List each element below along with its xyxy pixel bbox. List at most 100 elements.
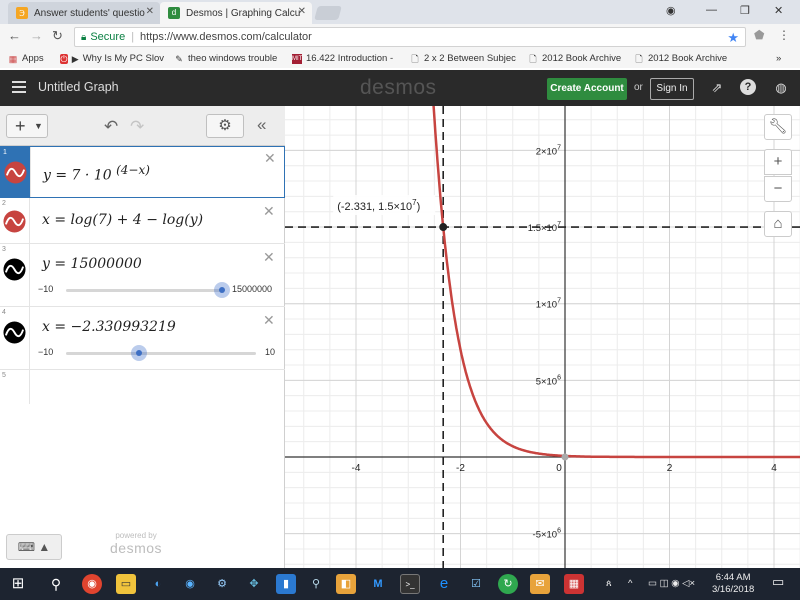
expression-math[interactable]: y = 15000000 [42, 256, 142, 272]
bookmark-item[interactable]: MIT 16.422 Introduction - [292, 53, 396, 64]
forward-icon[interactable]: → [30, 28, 43, 43]
expression-row[interactable]: 2 x = log(7) + 4 − log(y) ✕ [0, 198, 285, 244]
bookmarks-bar: ▦ Apps ⏻ ▶ Why Is My PC Slov ✎ theo windows … [0, 50, 800, 68]
zoom-in-button[interactable]: + [764, 149, 792, 175]
default-viewport-button[interactable]: ⌂ [764, 211, 792, 237]
bookmark-item[interactable]: ✎ theo windows trouble [174, 53, 282, 64]
tab-label: Desmos | Graphing Calcu [186, 7, 301, 19]
tray-icons[interactable]: ▭ ◫ ◉ ◁× [648, 578, 695, 590]
slider-track[interactable] [66, 289, 222, 292]
app-taskbar-icon[interactable]: ◐ [148, 574, 168, 594]
close-tab-icon[interactable]: ✕ [298, 6, 306, 17]
sign-in-button[interactable]: Sign In [650, 78, 694, 100]
reload-icon[interactable]: ↻ [52, 28, 63, 44]
y-tick-label: 5×106 [536, 374, 561, 387]
restore-icon[interactable]: ❐ [740, 4, 750, 17]
bookmark-apps[interactable]: ▦ Apps [8, 53, 44, 64]
back-icon[interactable]: ← [8, 28, 21, 43]
expression-math[interactable]: x = −2.330993219 [42, 319, 176, 335]
taskbar-clock[interactable]: 6:44 AM 3/16/2018 [712, 572, 754, 596]
expression-row[interactable]: 1 y = 7 · 10 (4−x) ✕ [0, 146, 285, 198]
people-icon[interactable]: ጰ [606, 578, 612, 590]
address-bar[interactable]: 🔒︎ Secure | https://www.desmos.com/calcu… [74, 27, 746, 47]
minimize-icon[interactable]: — [706, 4, 717, 16]
undo-icon[interactable]: ↶ [104, 117, 118, 137]
url-text: https://www.desmos.com/calculator [140, 31, 312, 43]
chrome-taskbar-icon[interactable]: ◉ [82, 574, 102, 594]
app-taskbar-icon[interactable]: ▦ [564, 574, 584, 594]
collapse-panel-icon[interactable]: « [257, 115, 266, 135]
app-taskbar-icon[interactable]: ✉ [530, 574, 550, 594]
chrome-menu-icon[interactable]: ⋮ [778, 28, 790, 42]
profile-icon[interactable]: ◉ [666, 4, 676, 17]
bookmarks-overflow[interactable]: » [776, 53, 781, 64]
graph-toggle-icon[interactable] [3, 210, 26, 233]
magnifier-taskbar-icon[interactable]: ⚲ [306, 574, 326, 594]
bookmark-item[interactable]: 🗋︎ 2012 Book Archive [528, 53, 628, 64]
app-taskbar-icon[interactable]: ⚙ [212, 574, 232, 594]
slider-max[interactable]: 10 [265, 347, 275, 357]
slider-min[interactable]: −10 [38, 284, 53, 294]
bookmark-item[interactable]: 🗋︎ 2 x 2 Between Subjec [410, 53, 518, 64]
window-close-icon[interactable]: ✕ [774, 4, 783, 17]
expression-row-empty[interactable]: 5 [0, 370, 285, 404]
delete-expression-icon[interactable]: ✕ [263, 312, 275, 329]
browser-tab-chegg[interactable]: ℈ Answer students' questio ✕ [8, 2, 160, 24]
share-icon[interactable]: ⇗ [708, 79, 726, 97]
delete-expression-icon[interactable]: ✕ [263, 203, 275, 220]
slider-max[interactable]: 15000000 [232, 284, 272, 294]
graph-toggle-icon[interactable] [3, 321, 26, 344]
graph-settings-wrench-button[interactable]: 🔧︎ [764, 114, 792, 140]
delete-expression-icon[interactable]: ✕ [263, 249, 275, 266]
app-taskbar-icon[interactable]: ◉ [180, 574, 200, 594]
matlab-taskbar-icon[interactable]: M [368, 574, 388, 594]
slider-min[interactable]: −10 [38, 347, 53, 357]
graph-title[interactable]: Untitled Graph [38, 80, 119, 94]
app-taskbar-icon[interactable]: ☑ [466, 574, 486, 594]
x-tick-label: 4 [771, 463, 777, 474]
tray-chevron-icon[interactable]: ^ [628, 578, 632, 590]
keypad-toggle-button[interactable]: ⌨ ▲ [6, 534, 62, 560]
hamburger-menu-icon[interactable] [12, 81, 26, 93]
delete-expression-icon[interactable]: ✕ [264, 150, 276, 167]
app-taskbar-icon[interactable]: ↻ [498, 574, 518, 594]
graph-toggle-icon[interactable] [4, 161, 27, 184]
help-icon[interactable]: ? [740, 79, 756, 95]
globe-icon[interactable]: ◍ [772, 79, 790, 97]
zoom-out-button[interactable]: − [764, 176, 792, 202]
graph-toggle-icon[interactable] [3, 258, 26, 281]
app-taskbar-icon[interactable]: ✥ [244, 574, 264, 594]
search-icon[interactable]: ⚲ [46, 574, 66, 594]
graph-canvas[interactable]: -4 -2 0 2 42×1071.5×1071×1075×106-5×106(-2.3… [285, 106, 800, 568]
graph-paper[interactable]: -4 -2 0 2 4 2×107 1.5×107 1×107 5×106 -5×106 (-2.3… [285, 106, 800, 568]
redo-icon[interactable]: ↷ [130, 117, 144, 137]
bookmark-star-icon[interactable]: ★ [727, 30, 739, 46]
new-tab-button[interactable] [314, 6, 342, 20]
create-account-button[interactable]: Create Account [547, 78, 627, 100]
settings-gear-icon[interactable]: ⚙ [206, 114, 244, 138]
windows-start-icon[interactable]: ⊞ [8, 574, 28, 594]
app-taskbar-icon[interactable]: ◧ [336, 574, 356, 594]
edge-taskbar-icon[interactable]: e [434, 574, 454, 594]
terminal-taskbar-icon[interactable]: >_ [400, 574, 420, 594]
expression-row[interactable]: 3 y = 15000000 ✕ −10 15000000 [0, 244, 285, 307]
x-tick-label: 0 [556, 463, 562, 474]
app-taskbar-icon[interactable]: ▮ [276, 574, 296, 594]
close-tab-icon[interactable]: ✕ [146, 6, 154, 17]
expression-math[interactable]: x = log(7) + 4 − log(y) [42, 212, 203, 228]
file-explorer-icon[interactable]: ▭ [116, 574, 136, 594]
slider-thumb[interactable] [130, 345, 147, 361]
browser-tab-desmos[interactable]: d Desmos | Graphing Calcu ✕ [160, 2, 312, 24]
plus-icon: + [773, 153, 783, 170]
slider-thumb[interactable] [214, 282, 230, 298]
slider-track[interactable] [66, 352, 256, 355]
bookmark-item[interactable]: 🗋︎ 2012 Book Archive [634, 53, 734, 64]
expression-math[interactable]: y = 7 · 10 (4−x) [43, 163, 150, 184]
extension-shield-icon[interactable]: ⬟ [754, 28, 764, 42]
keyboard-icon: ⌨ [17, 540, 36, 554]
expression-row[interactable]: 4 x = −2.330993219 ✕ −10 10 [0, 307, 285, 370]
bookmark-item[interactable]: ⏻ ▶ Why Is My PC Slov [60, 53, 164, 64]
lock-icon: 🔒︎ [81, 31, 87, 43]
notifications-icon[interactable]: ▭ [772, 575, 784, 588]
add-item-button[interactable]: + ▼ [6, 114, 48, 138]
